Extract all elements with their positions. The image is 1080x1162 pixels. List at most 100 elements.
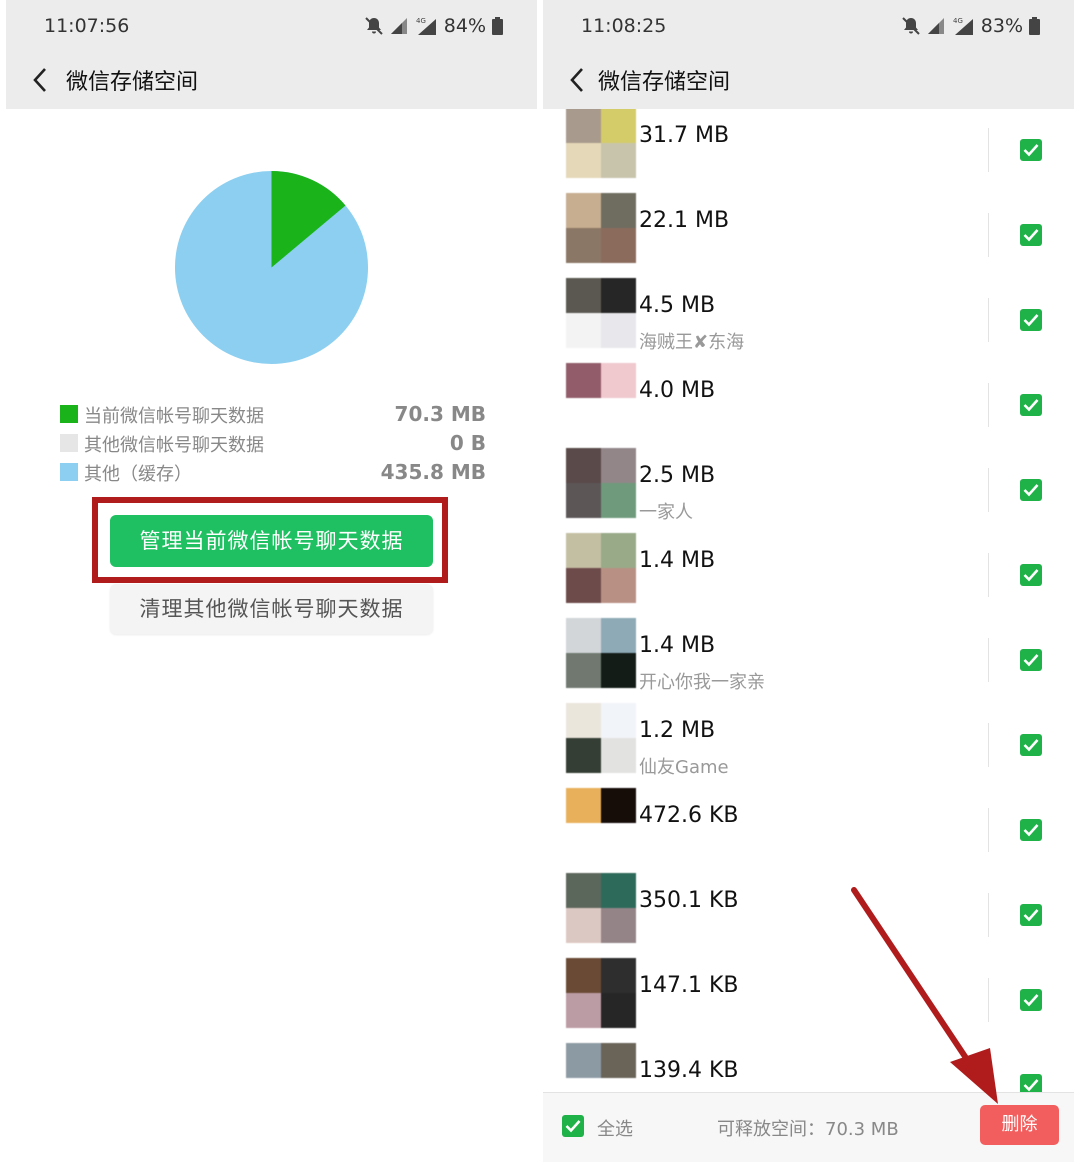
legend-value: 70.3 MB bbox=[394, 402, 486, 426]
chat-avatar bbox=[566, 873, 636, 943]
chat-avatar bbox=[566, 958, 636, 1028]
page-title: 微信存储空间 bbox=[598, 70, 731, 95]
storage-pie-chart bbox=[174, 170, 369, 365]
chat-data-size: 2.5 MB bbox=[639, 463, 716, 488]
row-checkbox[interactable] bbox=[1020, 734, 1042, 756]
mute-bell-icon bbox=[902, 17, 920, 35]
row-divider bbox=[988, 383, 989, 427]
app-bar: 微信存储空间 bbox=[6, 52, 537, 109]
chat-data-size: 1.4 MB bbox=[639, 633, 716, 658]
chat-data-row[interactable]: 22.1 MB bbox=[543, 193, 1080, 278]
status-time: 11:08:25 bbox=[581, 15, 667, 37]
chat-data-size: 4.5 MB bbox=[639, 293, 716, 318]
chat-data-size: 350.1 KB bbox=[639, 888, 739, 913]
chat-data-row[interactable]: 1.4 MB 开心你我一家亲 bbox=[543, 618, 1080, 703]
row-divider bbox=[988, 638, 989, 682]
signal-icon bbox=[927, 18, 944, 34]
chat-avatar bbox=[566, 278, 636, 348]
svg-text:4G: 4G bbox=[416, 17, 426, 25]
clean-other-account-button[interactable]: 清理其他微信帐号聊天数据 bbox=[110, 584, 433, 634]
battery-percent: 83% bbox=[980, 15, 1023, 37]
chat-data-row[interactable]: 1.2 MB 仙友Game bbox=[543, 703, 1080, 788]
legend-swatch-grey bbox=[60, 434, 78, 452]
chat-data-row[interactable]: 4.5 MB 海贼王✘东海 bbox=[543, 278, 1080, 363]
row-divider bbox=[988, 553, 989, 597]
legend-item-current-account: 当前微信帐号聊天数据 70.3 MB bbox=[58, 402, 486, 428]
row-checkbox[interactable] bbox=[1020, 989, 1042, 1011]
chat-name: 海贼王✘东海 bbox=[639, 332, 745, 353]
status-bar: 11:07:56 4G 84% bbox=[6, 0, 537, 52]
legend-label: 其他（缓存） bbox=[84, 464, 192, 485]
network-4g-icon: 4G bbox=[416, 17, 436, 35]
row-checkbox[interactable] bbox=[1020, 1074, 1042, 1092]
chat-data-row[interactable]: 472.6 KB bbox=[543, 788, 1080, 873]
legend-swatch-blue bbox=[60, 463, 78, 481]
chat-avatar bbox=[566, 533, 636, 603]
svg-text:4G: 4G bbox=[953, 17, 963, 25]
chat-data-size: 4.0 MB bbox=[639, 378, 716, 403]
row-checkbox[interactable] bbox=[1020, 309, 1042, 331]
mute-bell-icon bbox=[365, 17, 383, 35]
chat-data-size: 1.4 MB bbox=[639, 548, 716, 573]
chat-avatar bbox=[566, 363, 636, 433]
chat-data-size: 31.7 MB bbox=[639, 123, 730, 148]
delete-button[interactable]: 删除 bbox=[980, 1105, 1059, 1145]
annotation-arrow bbox=[851, 887, 998, 1104]
app-bar: 微信存储空间 bbox=[543, 52, 1074, 109]
row-checkbox[interactable] bbox=[1020, 224, 1042, 246]
chat-data-row[interactable]: 2.5 MB 一家人 bbox=[543, 448, 1080, 533]
chat-data-size: 22.1 MB bbox=[639, 208, 730, 233]
legend-swatch-green bbox=[60, 405, 78, 423]
chat-data-size: 472.6 KB bbox=[639, 803, 739, 828]
chat-avatar bbox=[566, 448, 636, 518]
row-checkbox[interactable] bbox=[1020, 139, 1042, 161]
legend-value: 435.8 MB bbox=[380, 460, 486, 484]
select-all-checkbox[interactable] bbox=[562, 1115, 584, 1137]
storage-overview-screen: 11:07:56 4G 84% 微信存储空间 当前微信帐号聊天数据 70.3 M… bbox=[0, 0, 540, 1162]
row-divider bbox=[988, 808, 989, 852]
chat-avatar bbox=[566, 788, 636, 858]
legend-item-cache: 其他（缓存） 435.8 MB bbox=[58, 460, 486, 486]
row-checkbox[interactable] bbox=[1020, 819, 1042, 841]
chat-name: 仙友Game bbox=[639, 757, 729, 778]
chat-avatar bbox=[566, 618, 636, 688]
chat-avatar bbox=[566, 703, 636, 773]
chat-data-row[interactable]: 31.7 MB bbox=[543, 109, 1080, 193]
battery-icon bbox=[1029, 17, 1040, 35]
row-divider bbox=[988, 298, 989, 342]
row-divider bbox=[988, 213, 989, 257]
chat-data-size: 1.2 MB bbox=[639, 718, 716, 743]
chat-name: 一家人 bbox=[639, 502, 693, 523]
battery-icon bbox=[492, 17, 503, 35]
battery-percent: 84% bbox=[443, 15, 486, 37]
manage-chat-data-button[interactable]: 管理当前微信帐号聊天数据 bbox=[110, 515, 433, 567]
signal-icon bbox=[390, 18, 407, 34]
legend-item-other-account: 其他微信帐号聊天数据 0 B bbox=[58, 431, 486, 457]
legend-label: 其他微信帐号聊天数据 bbox=[84, 435, 264, 456]
row-checkbox[interactable] bbox=[1020, 904, 1042, 926]
chat-data-row[interactable]: 1.4 MB bbox=[543, 533, 1080, 618]
chat-data-row[interactable]: 4.0 MB bbox=[543, 363, 1080, 448]
page-title: 微信存储空间 bbox=[66, 70, 199, 95]
chat-data-size: 147.1 KB bbox=[639, 973, 739, 998]
chat-data-size: 139.4 KB bbox=[639, 1058, 739, 1083]
network-4g-icon: 4G bbox=[953, 17, 973, 35]
select-all-label[interactable]: 全选 bbox=[597, 1115, 633, 1141]
legend-label: 当前微信帐号聊天数据 bbox=[84, 406, 264, 427]
chat-avatar bbox=[566, 193, 636, 263]
status-time: 11:07:56 bbox=[44, 15, 130, 37]
legend-value: 0 B bbox=[449, 431, 486, 455]
row-checkbox[interactable] bbox=[1020, 394, 1042, 416]
back-arrow-icon[interactable] bbox=[28, 64, 54, 96]
row-checkbox[interactable] bbox=[1020, 649, 1042, 671]
chat-name: 开心你我一家亲 bbox=[639, 672, 765, 693]
row-divider bbox=[988, 128, 989, 172]
back-arrow-icon[interactable] bbox=[565, 64, 591, 96]
row-divider bbox=[988, 723, 989, 767]
row-checkbox[interactable] bbox=[1020, 479, 1042, 501]
free-space-text: 可释放空间：70.3 MB bbox=[717, 1119, 899, 1140]
status-bar: 11:08:25 4G 83% bbox=[543, 0, 1074, 52]
row-divider bbox=[988, 468, 989, 512]
chat-avatar bbox=[566, 109, 636, 178]
row-checkbox[interactable] bbox=[1020, 564, 1042, 586]
